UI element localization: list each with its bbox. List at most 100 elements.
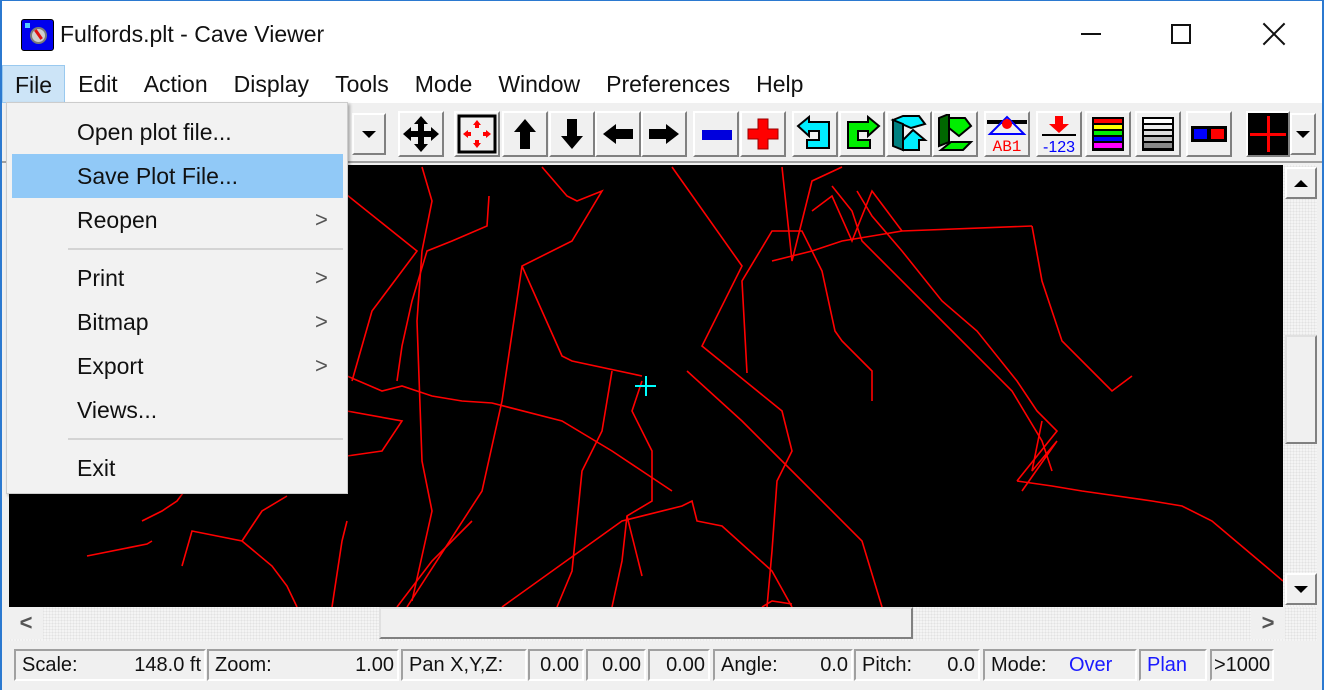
tilt-up-button[interactable] [886, 111, 932, 157]
submenu-arrow-icon: > [315, 265, 328, 290]
menu-display[interactable]: Display [221, 65, 322, 103]
survey-line [406, 166, 604, 607]
survey-line [1016, 480, 1283, 582]
pan-up-button[interactable] [502, 111, 548, 157]
minus-icon [702, 130, 732, 140]
vertical-scroll-thumb[interactable] [1285, 335, 1317, 444]
rotate-left-button[interactable] [792, 111, 838, 157]
svg-text:-123: -123 [1043, 139, 1075, 154]
menu-preferences[interactable]: Preferences [593, 65, 743, 103]
menu-help[interactable]: Help [743, 65, 816, 103]
menu-action[interactable]: Action [131, 65, 221, 103]
title-bar: Fulfords.plt - Cave Viewer [2, 1, 1322, 65]
menu-item-views[interactable]: Views... [12, 388, 343, 432]
submenu-arrow-icon: > [315, 309, 328, 334]
window-title: Fulfords.plt - Cave Viewer [60, 21, 325, 47]
menu-item-open-plot-file[interactable]: Open plot file... [12, 110, 343, 154]
menu-tools[interactable]: Tools [322, 65, 402, 103]
svg-text:AB1: AB1 [993, 138, 1022, 154]
grayscale-bars-icon [1142, 117, 1174, 151]
submenu-arrow-icon: > [315, 353, 328, 378]
minimize-button[interactable] [1061, 11, 1121, 57]
scroll-down-button[interactable] [1285, 573, 1317, 605]
cave-viewer-window: Fulfords.plt - Cave Viewer File Edit Act… [0, 0, 1324, 690]
status-mode: Mode: Over [983, 649, 1137, 681]
horizontal-scrollbar[interactable]: < > [9, 607, 1317, 641]
close-button[interactable] [1244, 11, 1304, 57]
status-view: Plan [1139, 649, 1207, 681]
survey-line [781, 166, 843, 262]
survey-line [1021, 420, 1058, 492]
maximize-button[interactable] [1151, 11, 1211, 57]
center-fit-button[interactable] [454, 111, 500, 157]
zoom-label: Zoom: [215, 654, 272, 676]
survey-line [771, 225, 1033, 262]
pan-left-button[interactable] [595, 111, 641, 157]
menu-item-save-plot-file[interactable]: Save Plot File... [12, 154, 343, 198]
scroll-down-icon [1294, 585, 1308, 593]
arrow-down-icon [561, 119, 583, 149]
scroll-right-button[interactable]: > [1251, 607, 1285, 639]
zoom-in-button[interactable] [740, 111, 786, 157]
status-pan-y: 0.00 [586, 649, 646, 681]
scroll-up-button[interactable] [1285, 167, 1317, 199]
menu-mode[interactable]: Mode [402, 65, 486, 103]
horizontal-scroll-thumb[interactable] [379, 607, 913, 639]
survey-line [181, 530, 298, 607]
color-by-depth-button[interactable] [1085, 111, 1131, 157]
pan-down-button[interactable] [549, 111, 595, 157]
survey-line [396, 195, 490, 382]
scale-label: Scale: [22, 654, 78, 676]
menu-window[interactable]: Window [485, 65, 593, 103]
survey-line [346, 375, 673, 492]
menu-edit[interactable]: Edit [65, 65, 131, 103]
menu-item-reopen[interactable]: Reopen > [12, 198, 343, 242]
stereo-3d-button[interactable] [1186, 111, 1232, 157]
chevron-down-icon [362, 130, 376, 138]
zoom-out-button[interactable] [693, 111, 739, 157]
menu-item-print[interactable]: Print > [12, 256, 343, 300]
pan-x-value: 0.00 [540, 654, 579, 676]
survey-line [671, 166, 793, 607]
fit-to-window-icon [457, 114, 497, 154]
cursor-style-button[interactable] [1246, 111, 1290, 157]
pitch-label: Pitch: [862, 654, 913, 676]
survey-line [346, 194, 419, 382]
scroll-left-button[interactable]: < [9, 607, 43, 639]
menu-item-exit[interactable]: Exit [12, 446, 343, 490]
status-scale: Scale: 148.0 ft [14, 649, 206, 681]
plus-icon [747, 118, 779, 150]
tilt-down-button[interactable] [932, 111, 978, 157]
menu-item-export[interactable]: Export > [12, 344, 343, 388]
survey-line [626, 515, 643, 577]
vertical-scrollbar[interactable] [1283, 165, 1317, 607]
station-labels-button[interactable]: AB1 [984, 111, 1030, 157]
pan-right-button[interactable] [641, 111, 687, 157]
minimize-icon [1081, 33, 1101, 35]
depth-values-button[interactable]: -123 [1036, 111, 1082, 157]
survey-line [501, 499, 793, 607]
tilt-up-icon [890, 115, 928, 152]
angle-label: Angle: [721, 654, 778, 676]
3d-glasses-icon [1191, 126, 1227, 142]
grayscale-button[interactable] [1135, 111, 1181, 157]
status-pan-label: Pan X,Y,Z: [401, 649, 527, 681]
pan-y-value: 0.00 [602, 654, 641, 676]
rotate-right-button[interactable] [839, 111, 885, 157]
survey-line [556, 370, 613, 607]
crosshair-icon [1250, 116, 1286, 152]
maximize-icon [1171, 24, 1191, 44]
status-zoom: Zoom: 1.00 [207, 649, 399, 681]
pan-z-value: 0.00 [666, 654, 705, 676]
pan-button[interactable] [398, 111, 444, 157]
survey-line [686, 370, 883, 607]
submenu-arrow-icon: > [315, 207, 328, 232]
menu-file[interactable]: File [2, 65, 66, 103]
cave-viewer-compass-icon[interactable] [21, 19, 54, 51]
survey-line [521, 265, 643, 377]
survey-line [1031, 225, 1133, 393]
angle-value: 0.0 [820, 654, 848, 676]
view-dropdown-button[interactable] [352, 113, 386, 155]
menu-item-bitmap[interactable]: Bitmap > [12, 300, 343, 344]
cursor-dropdown-button[interactable] [1290, 113, 1316, 155]
